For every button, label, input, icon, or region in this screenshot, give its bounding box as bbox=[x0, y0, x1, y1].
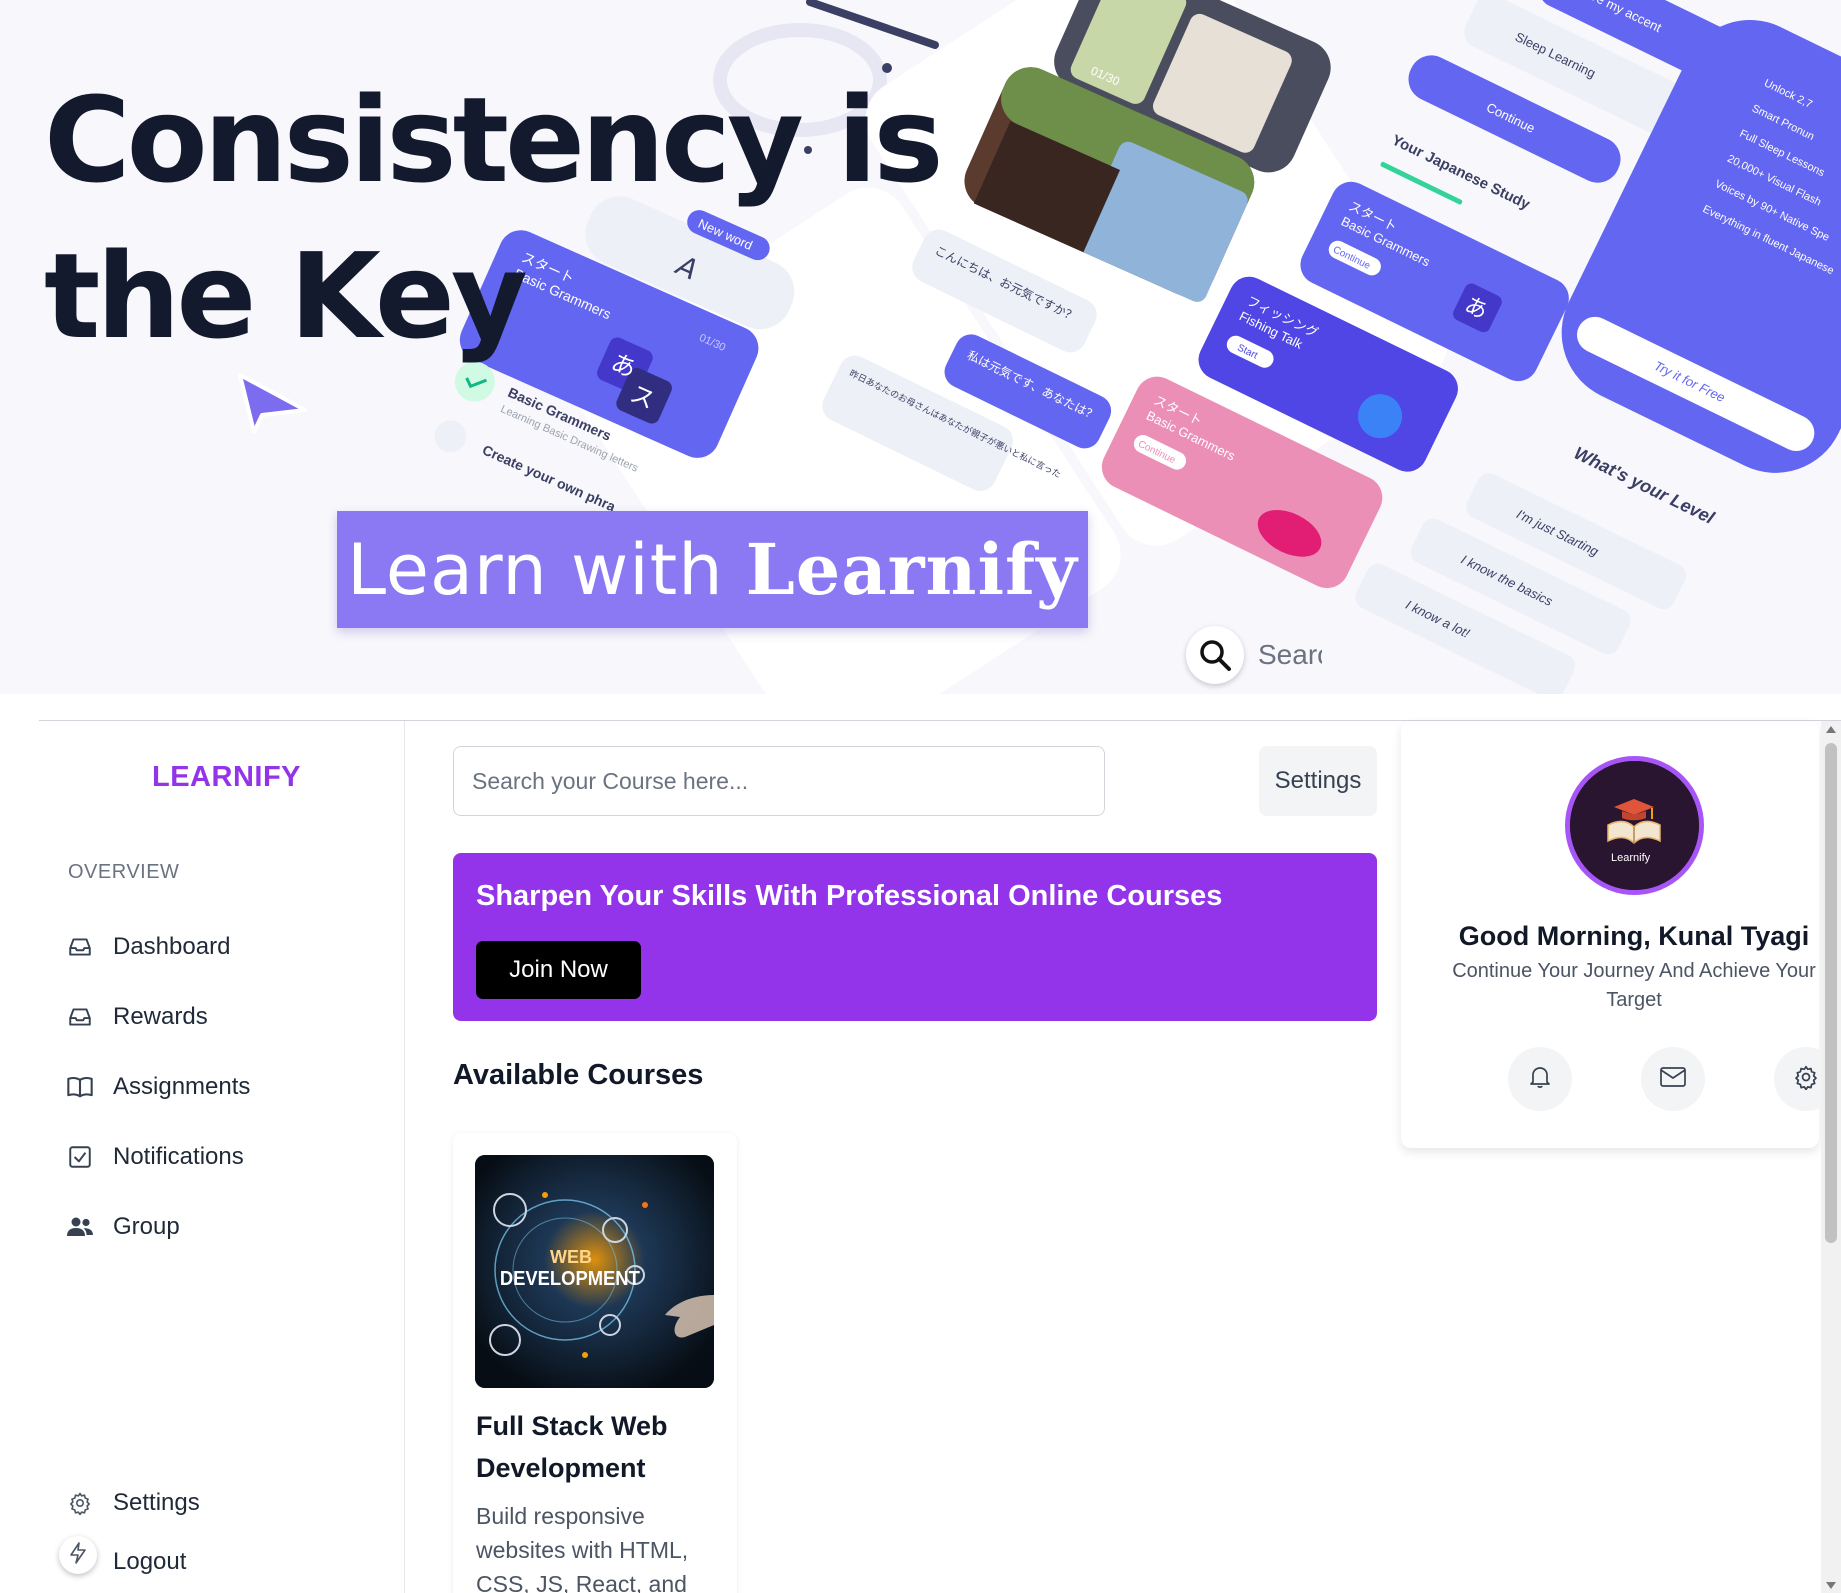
lightning-icon bbox=[68, 1541, 88, 1569]
avatar-text: Learnify bbox=[1611, 852, 1651, 864]
sidebar: LEARNIFY OVERVIEW Dashboard Rewards Assi… bbox=[39, 721, 405, 1593]
promo-title: Sharpen Your Skills With Professional On… bbox=[476, 880, 1223, 912]
join-now-button[interactable]: Join Now bbox=[476, 941, 641, 999]
svg-text:What's your Level: What's your Level bbox=[1571, 443, 1718, 529]
hero-search-text: Searc bbox=[1258, 639, 1322, 670]
course-card[interactable]: WEB DEVELOPMENT Full Stack Web Developme… bbox=[453, 1133, 737, 1593]
brand-logo[interactable]: LEARNIFY bbox=[152, 761, 301, 794]
sidebar-item-dashboard[interactable]: Dashboard bbox=[65, 927, 230, 967]
svg-text:WEB: WEB bbox=[550, 1247, 592, 1267]
check-square-icon bbox=[65, 1142, 95, 1172]
banner-prefix: Learn with bbox=[347, 528, 724, 611]
banner-brand: Learnify bbox=[745, 528, 1078, 611]
avatar[interactable]: Learnify bbox=[1565, 756, 1704, 895]
vertical-scrollbar[interactable] bbox=[1821, 721, 1841, 1593]
sidebar-item-label: Group bbox=[113, 1213, 180, 1240]
course-description: Build responsive websites with HTML, CSS… bbox=[476, 1503, 689, 1593]
course-title: Full Stack Web Development bbox=[476, 1411, 668, 1483]
sidebar-item-settings[interactable]: Settings bbox=[65, 1483, 200, 1523]
quick-action-button[interactable] bbox=[59, 1536, 97, 1574]
notifications-button[interactable] bbox=[1508, 1047, 1572, 1111]
course-search-input[interactable] bbox=[453, 746, 1105, 816]
sidebar-item-label: Assignments bbox=[113, 1073, 251, 1100]
promo-banner: Sharpen Your Skills With Professional On… bbox=[453, 853, 1377, 1021]
available-courses-heading: Available Courses bbox=[453, 1059, 704, 1091]
mail-icon bbox=[1659, 1066, 1687, 1093]
bell-icon bbox=[1528, 1064, 1552, 1095]
users-icon bbox=[65, 1212, 95, 1242]
web-development-illustration: WEB DEVELOPMENT bbox=[475, 1155, 714, 1388]
sidebar-settings-label: Settings bbox=[113, 1489, 200, 1516]
magnifier-icon bbox=[1186, 626, 1244, 684]
hero-banner-image: New word A スタート Basic Grammers 01/30 あ ス… bbox=[0, 0, 1841, 694]
scroll-thumb[interactable] bbox=[1825, 743, 1837, 1243]
sidebar-item-notifications[interactable]: Notifications bbox=[65, 1137, 244, 1177]
main-content: Settings Sharpen Your Skills With Profes… bbox=[406, 721, 1400, 1593]
course-thumbnail: WEB DEVELOPMENT bbox=[475, 1155, 714, 1388]
scroll-up-arrow-icon[interactable] bbox=[1826, 726, 1836, 733]
hero-headline-line2: the Key bbox=[44, 227, 528, 365]
profile-card: Learnify Good Morning, Kunal Tyagi Conti… bbox=[1401, 721, 1838, 1148]
hero-learn-banner: Learn with Learnify bbox=[337, 511, 1088, 628]
greeting-text: Good Morning, Kunal Tyagi bbox=[1458, 921, 1810, 951]
sidebar-item-label: Dashboard bbox=[113, 933, 231, 960]
hero-headline: Consistency is the Key bbox=[44, 62, 944, 374]
book-open-icon bbox=[65, 1072, 95, 1102]
hero-search-mock: Searc bbox=[1186, 626, 1322, 684]
sidebar-item-label: Notifications bbox=[113, 1143, 244, 1170]
svg-text:DEVELOPMENT: DEVELOPMENT bbox=[500, 1268, 640, 1290]
gear-icon bbox=[1793, 1064, 1819, 1095]
messages-button[interactable] bbox=[1641, 1047, 1705, 1111]
sidebar-item-rewards[interactable]: Rewards bbox=[65, 997, 208, 1037]
inbox-icon bbox=[65, 932, 95, 962]
gear-icon bbox=[65, 1488, 95, 1518]
hero-headline-line1: Consistency is bbox=[44, 71, 944, 209]
sidebar-item-label: Rewards bbox=[113, 1003, 208, 1030]
section-label-overview: OVERVIEW bbox=[68, 861, 180, 883]
sidebar-item-group[interactable]: Group bbox=[65, 1207, 180, 1247]
inbox-icon bbox=[65, 1002, 95, 1032]
dashboard-app: LEARNIFY OVERVIEW Dashboard Rewards Assi… bbox=[39, 720, 1841, 1593]
settings-button[interactable]: Settings bbox=[1259, 746, 1377, 816]
profile-panel: Learnify Good Morning, Kunal Tyagi Conti… bbox=[1401, 721, 1838, 1593]
graduation-cap-book-icon: Learnify bbox=[1570, 761, 1699, 890]
sidebar-item-assignments[interactable]: Assignments bbox=[65, 1067, 250, 1107]
scroll-down-arrow-icon[interactable] bbox=[1826, 1582, 1836, 1589]
greeting-subtitle: Continue Your Journey And Achieve Your T… bbox=[1452, 960, 1816, 1011]
sidebar-logout-label: Logout bbox=[113, 1548, 187, 1575]
